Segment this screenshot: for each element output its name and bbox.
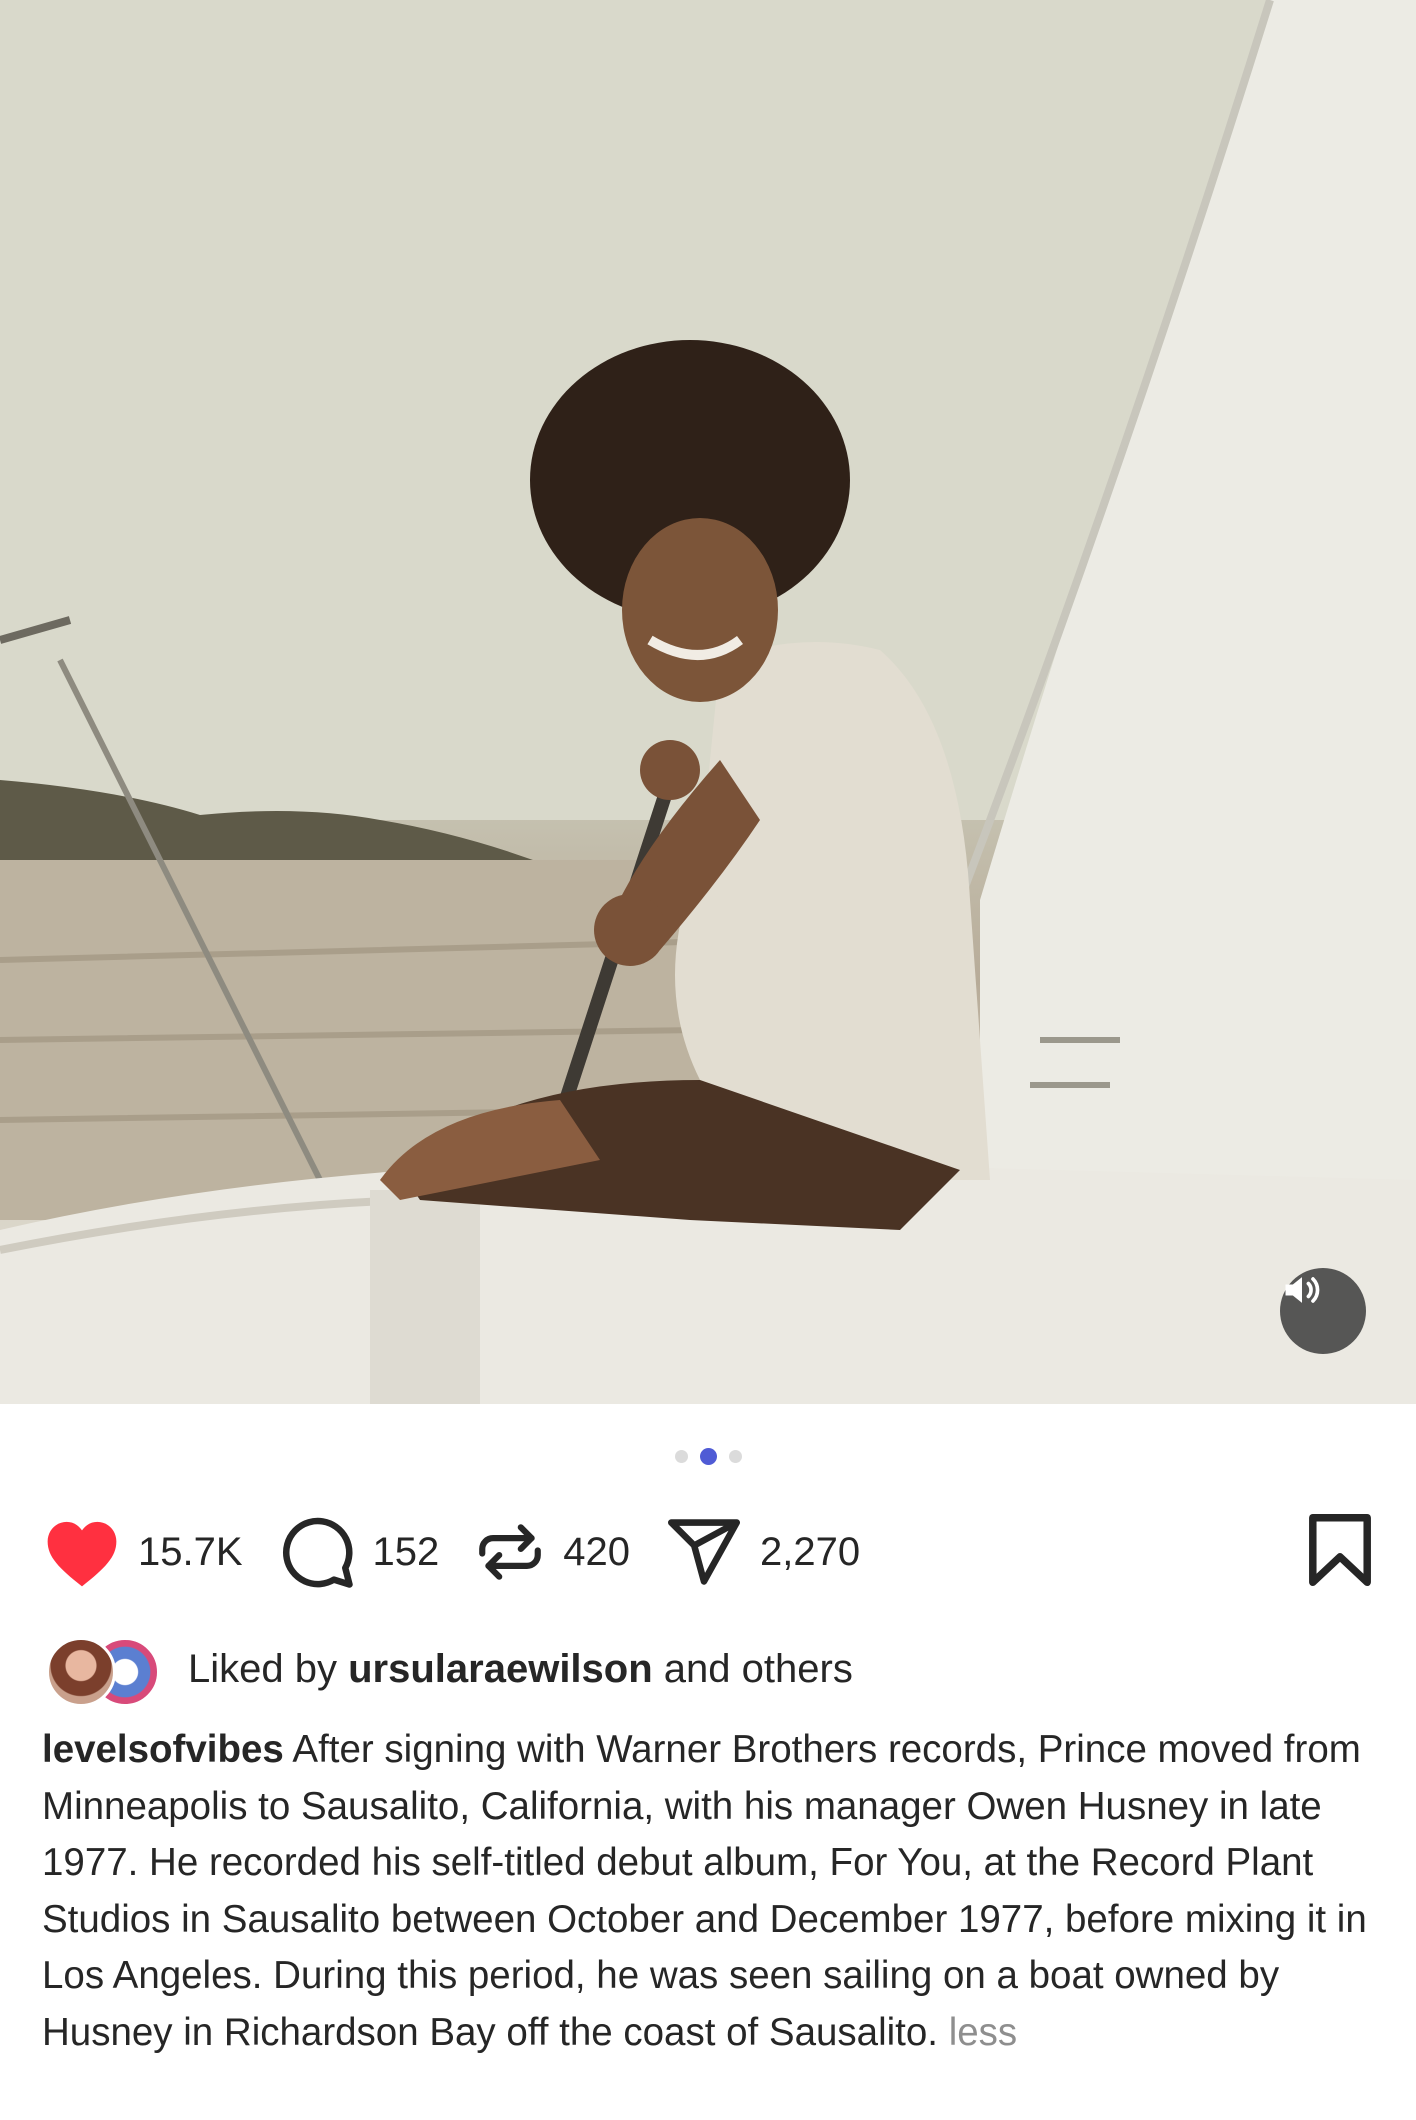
caption-username[interactable]: levelsofvibes [42,1728,284,1771]
bookmark-icon [1309,1513,1371,1587]
paper-plane-icon [668,1519,741,1585]
avatar [46,1637,116,1707]
carousel-dot [674,1449,688,1463]
speaker-icon [1285,1277,1320,1303]
heart-icon [47,1521,117,1587]
like-count: 15.7K [138,1529,243,1574]
carousel-dot [728,1449,742,1463]
liked-by-text: Liked by ursularaewilson and others [188,1647,853,1692]
liked-by-row[interactable]: Liked by ursularaewilson and others [46,1634,1366,1707]
caption-text: After signing with Warner Brothers recor… [42,1728,1367,2054]
comment-count: 152 [372,1529,440,1574]
like-button[interactable]: 15.7K [42,1516,243,1588]
caption-less-link[interactable]: less [949,2011,1017,2054]
liked-by-suffix: and others [663,1646,853,1691]
share-count: 2,270 [760,1529,861,1574]
save-bookmark-button[interactable] [1306,1512,1374,1593]
sailing-photo-illustration [0,0,1416,1404]
carousel-indicator [0,1446,1416,1466]
post-photo[interactable] [0,0,1416,1404]
share-button[interactable]: 2,270 [664,1516,860,1588]
repost-count: 420 [563,1529,631,1574]
carousel-dot-active [699,1447,717,1465]
liker-avatars [46,1634,166,1707]
repost-icon [479,1524,542,1580]
post-action-bar: 15.7K 152 420 2,270 [42,1512,1374,1592]
mute-toggle-button[interactable] [1280,1268,1366,1354]
post-caption: levelsofvibes After signing with Warner … [42,1722,1382,2061]
liked-by-prefix: Liked by [188,1646,337,1691]
comment-bubble-icon [282,1517,353,1588]
comment-button[interactable]: 152 [277,1513,440,1591]
liked-by-username[interactable]: ursularaewilson [348,1647,653,1691]
repost-button[interactable]: 420 [473,1512,630,1592]
